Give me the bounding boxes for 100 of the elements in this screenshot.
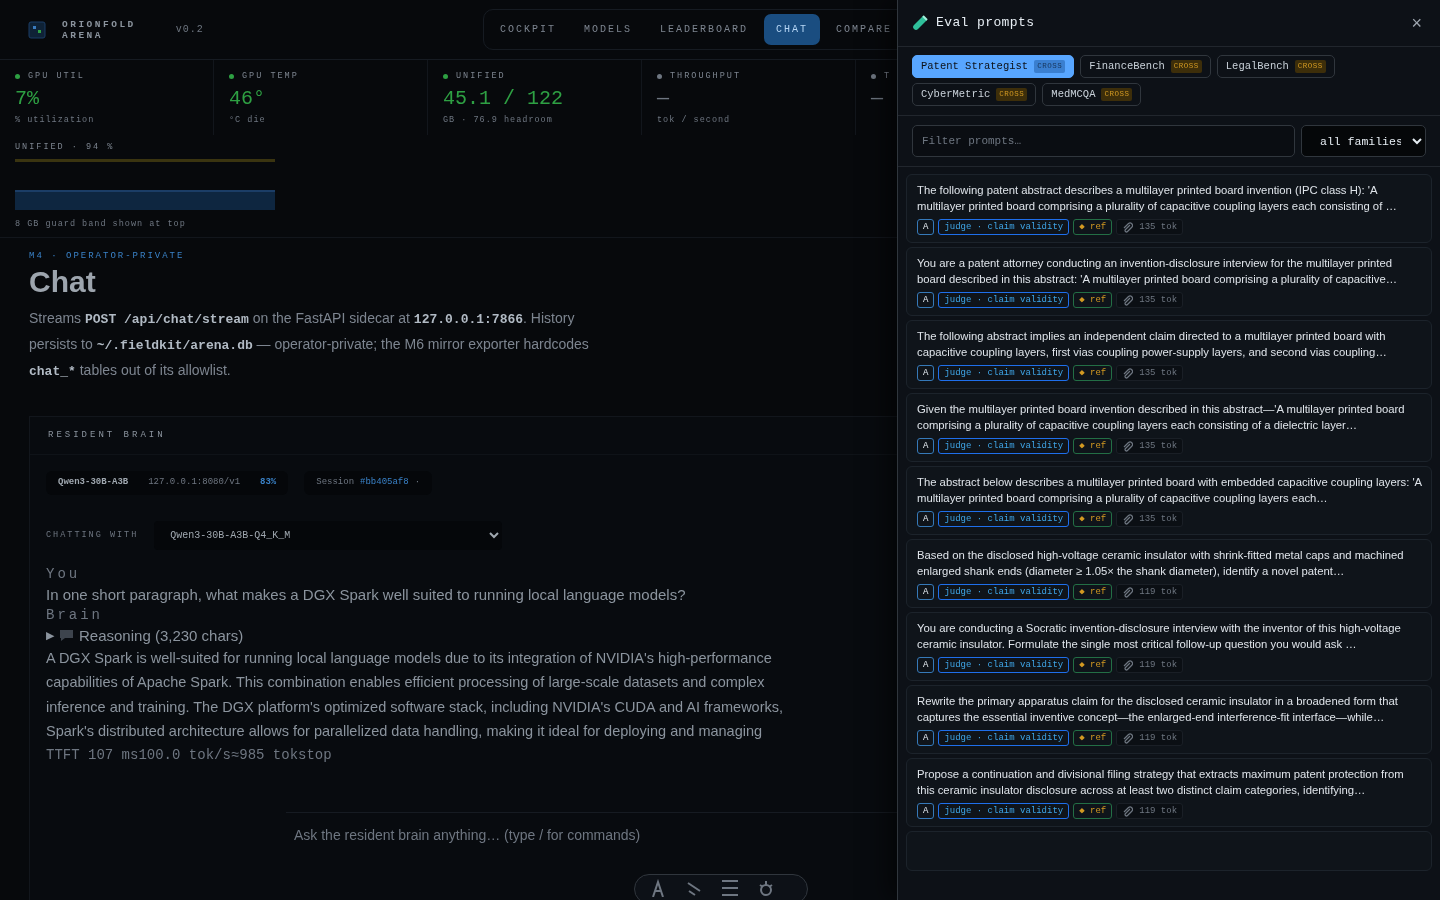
stat-value: 45.1 / 122 (443, 86, 565, 111)
answer-line: inference and training. The DGX platform's optimized software stack, including NVIDIA's CUDA and AI frameworks, (46, 697, 785, 717)
prompt-card[interactable] (906, 758, 1432, 827)
filter-field[interactable]: Filter prompts… (912, 125, 1295, 157)
paperclip-icon (1122, 221, 1134, 233)
memory-caption: 8 GB guard band shown at top (15, 218, 187, 231)
prompt-card[interactable] (906, 539, 1432, 608)
prompt-card[interactable] (906, 466, 1432, 535)
paperclip-icon (1122, 367, 1134, 379)
session-label: Session (316, 476, 355, 489)
prompt-card[interactable] (906, 320, 1432, 389)
nav-tab[interactable]: CHAT (763, 14, 820, 45)
eyebrow-label: M4 · OPERATOR-PRIVATE (29, 250, 186, 263)
prompt-text: The abstract below describes a multilayer printed board with embedded capacitive coupling layers: 'A multilayer printed board comprising a plurality of capacitive coupling layers each… (917, 475, 1422, 506)
session-mark: · (414, 476, 421, 489)
version-label: v0.2 (175, 23, 204, 37)
speech-bubble-icon (58, 627, 75, 643)
token-count: 119 tok (1139, 732, 1178, 745)
prompt-text: The following abstract implies an independent claim directed to a multilayer printed board with capacitive coupling layers, first vias coupling power-supply layers, and second vias coupling… (917, 329, 1388, 360)
logo-icon (28, 20, 46, 39)
font-icon (649, 878, 667, 897)
menu-icon (721, 878, 739, 897)
role-label: You (46, 564, 82, 584)
nav-tab[interactable]: COCKPIT (487, 14, 568, 45)
answer-line: capabilities of Apache Spark. This combination enables efficient processing of large-scale datasets and complex (46, 673, 766, 693)
grade-tag: A (917, 365, 935, 381)
nav-tab[interactable]: LEADERBOARD (647, 14, 760, 45)
ref-tag: ◆ ref (1073, 730, 1113, 746)
prompt-card[interactable] (906, 685, 1432, 754)
judge-tag: judge · claim validity (938, 438, 1070, 454)
field-label: CHATTING WITH (46, 528, 139, 542)
stat-caption: °C die (229, 113, 267, 127)
response-stats: TTFT 107 ms100.0 tok/s≈985 tokstop (46, 745, 333, 765)
judge-tag: judge · claim validity (938, 365, 1070, 381)
ref-tag: ◆ ref (1073, 511, 1113, 527)
prompt-text: You are a patent attorney conducting an invention-disclosure interview for the multilayer printed board described in this abstract: 'A multilayer printed board comprising a plurality of capacitive… (917, 256, 1398, 287)
stat-value: 46° (229, 86, 266, 111)
judge-tag: judge · claim validity (938, 219, 1070, 235)
answer-line: Spark's distributed architecture allows for parallelized data handling, making it ideal for deploying and managing (46, 722, 764, 742)
stat-caption: tok / second (657, 113, 732, 127)
stat-value: 7% (15, 86, 40, 111)
prompt-text: Given the multilayer printed board invention described in this abstract—'A multilayer printed board comprising a plurality of capacitive coupling layers each consisting of a dielectric layer… (917, 402, 1406, 433)
judge-tag: judge · claim validity (938, 657, 1070, 673)
stat-label: GPU TEMP (242, 70, 299, 83)
grade-tag: A (917, 657, 935, 673)
prompt-text: The following patent abstract describes a multilayer printed board invention (IPC class H): 'A multilayer printed board comprising a plurality of capacitive coupling layers each consisting of … (917, 183, 1398, 214)
stat-value: — (871, 86, 884, 111)
judge-tag: judge · claim validity (938, 803, 1070, 819)
intro-text: Streams POST /api/chat/stream on the FastAPI sidecar at 127.0.0.1:7866. History persists to ~/.fieldkit/arena.db — operator-private; the M6 mirror exporter hardcodes chat_* tables out of its allowlist. (29, 308, 590, 381)
ref-tag: ◆ ref (1073, 219, 1113, 235)
stat-caption: % utilization (15, 113, 96, 127)
paperclip-icon (1122, 440, 1134, 452)
prompt-card[interactable] (906, 247, 1432, 316)
judge-tag: judge · claim validity (938, 292, 1070, 308)
family-select[interactable]: all families (1301, 125, 1426, 157)
page-title: Chat (29, 263, 97, 300)
stat-caption: GB · 76.9 headroom (443, 113, 554, 127)
close-button[interactable]: × (1407, 14, 1426, 32)
token-count: 135 tok (1139, 440, 1178, 453)
grade-tag: A (917, 511, 935, 527)
stat-value: — (657, 86, 670, 111)
ref-tag: ◆ ref (1073, 365, 1113, 381)
prompt-text: You are conducting a Socratic invention-disclosure interview with the inventor of this high-voltage ceramic insulator. Formulate the single most critical follow-up question you would ask … (917, 621, 1402, 652)
grade-tag: A (917, 292, 935, 308)
prompt-card[interactable] (906, 174, 1432, 243)
paperclip-icon (1122, 732, 1134, 744)
ref-tag: ◆ ref (1073, 803, 1113, 819)
session-id: #bb405af8 (360, 476, 409, 489)
token-count: 135 tok (1139, 294, 1178, 307)
answer-line: A DGX Spark is well-suited for running local language models due to its integration of NVIDIA's high-performance (46, 648, 773, 668)
paperclip-icon (1122, 659, 1134, 671)
expand-arrow[interactable]: ▶ (46, 624, 54, 646)
endpoint-text: 127.0.0.1:8080/v1 (148, 476, 241, 489)
prompt-text: Rewrite the primary apparatus claim for the disclosed ceramic insulator in a broadened form that captures the essential inventive concept—the enlarged-end interference-fit interface—while… (917, 694, 1399, 725)
brand-name: ARENA (62, 29, 104, 41)
token-count: 119 tok (1139, 805, 1178, 818)
grade-tag: A (917, 584, 935, 600)
stat-label: THROUGHPUT (670, 70, 741, 83)
stat-label: T (884, 70, 892, 83)
memory-label: UNIFIED · 94 % (15, 140, 116, 154)
grade-tag: A (917, 219, 935, 235)
token-count: 135 tok (1139, 221, 1178, 234)
nav-tab[interactable]: COMPARE (824, 14, 897, 45)
prompt-text: Based on the disclosed high-voltage ceramic insulator with shrink-fitted metal caps and machined enlarged shank ends (diameter ≥ 1.05× the shank diameter), identify a novel patent… (917, 548, 1405, 579)
nav-tab[interactable]: MODELS (571, 14, 644, 45)
grade-tag: A (917, 438, 935, 454)
prompt-card[interactable] (906, 612, 1432, 681)
prompt-card[interactable] (906, 393, 1432, 462)
token-count: 119 tok (1139, 659, 1178, 672)
role-label: Brain (46, 605, 104, 625)
model-select[interactable]: Qwen3-30B-A3B-Q4_K_M (154, 520, 503, 550)
judge-tag: judge · claim validity (938, 730, 1070, 746)
test-tube-icon (912, 15, 928, 31)
settings-icon (757, 878, 775, 897)
paperclip-icon (1122, 586, 1134, 598)
reasoning-toggle[interactable]: Reasoning (3,230 chars) (79, 624, 244, 646)
ref-tag: ◆ ref (1073, 657, 1113, 673)
brand-name: ORIONFOLD (62, 18, 136, 30)
token-count: 135 tok (1139, 513, 1178, 526)
prompt-text: Propose a continuation and divisional filing strategy that extracts maximum patent protection from this ceramic insulator disclosure across at least two distinct claim categories, identifying… (917, 767, 1405, 798)
